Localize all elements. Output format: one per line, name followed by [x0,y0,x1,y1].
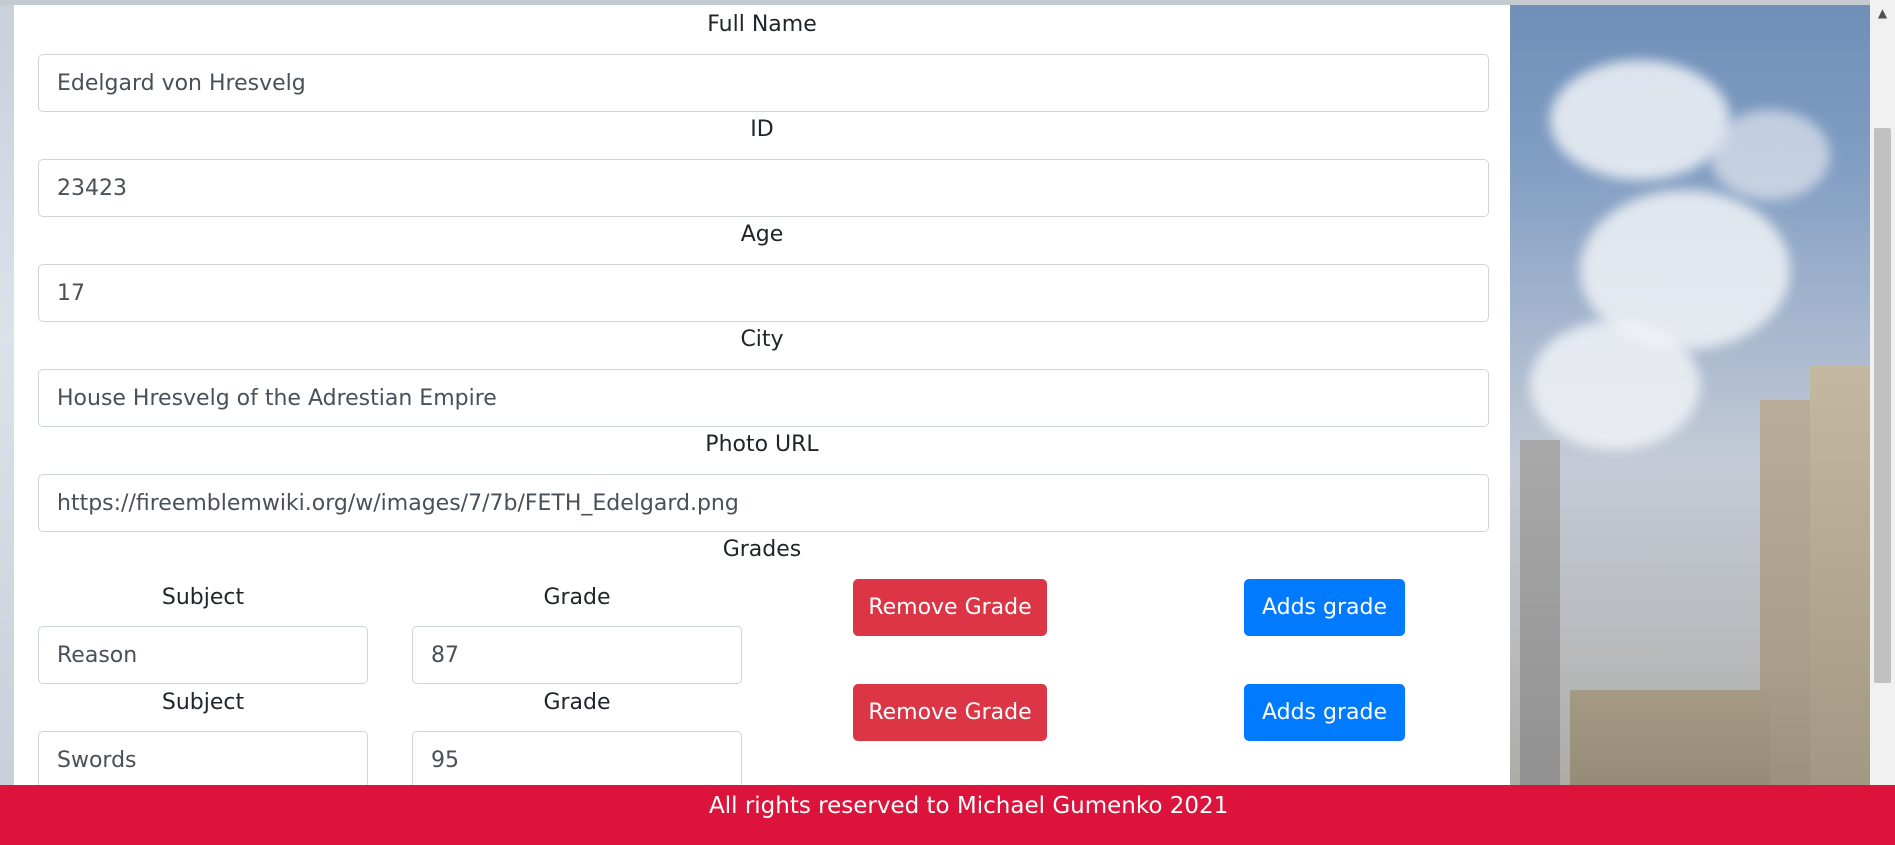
scrollbar-thumb[interactable] [1874,128,1891,683]
age-input[interactable] [38,264,1489,322]
age-label: Age [740,222,784,247]
subject-input[interactable] [38,731,368,789]
photo-url-input[interactable] [38,474,1489,532]
page: Full Name ID Age City Photo URL Grades S… [0,0,1895,845]
city-label: City [740,327,784,352]
add-grade-button[interactable]: Adds grade [1244,579,1405,636]
city-input[interactable] [38,369,1489,427]
vertical-scrollbar[interactable]: ▲ [1870,0,1895,845]
subject-input[interactable] [38,626,368,684]
remove-grade-button[interactable]: Remove Grade [853,579,1047,636]
id-input[interactable] [38,159,1489,217]
full-name-label: Full Name [707,12,817,37]
grade-label: Grade [543,690,611,715]
tower-left [1520,440,1560,840]
student-form-card: Full Name ID Age City Photo URL Grades S… [14,5,1510,789]
remove-grade-button[interactable]: Remove Grade [853,684,1047,741]
footer: All rights reserved to Michael Gumenko 2… [0,785,1895,845]
grade-input[interactable] [412,731,742,789]
id-label: ID [750,117,774,142]
scroll-up-arrow-icon[interactable]: ▲ [1870,0,1895,25]
photo-url-label: Photo URL [705,432,819,457]
background-painting [1510,0,1870,845]
grade-label: Grade [543,585,611,610]
background-painting-left [0,0,14,845]
subject-label: Subject [161,690,245,715]
subject-label: Subject [161,585,245,610]
full-name-input[interactable] [38,54,1489,112]
add-grade-button[interactable]: Adds grade [1244,684,1405,741]
footer-copyright: All rights reserved to Michael Gumenko 2… [709,793,1229,819]
grades-heading: Grades [722,537,802,562]
grade-input[interactable] [412,626,742,684]
